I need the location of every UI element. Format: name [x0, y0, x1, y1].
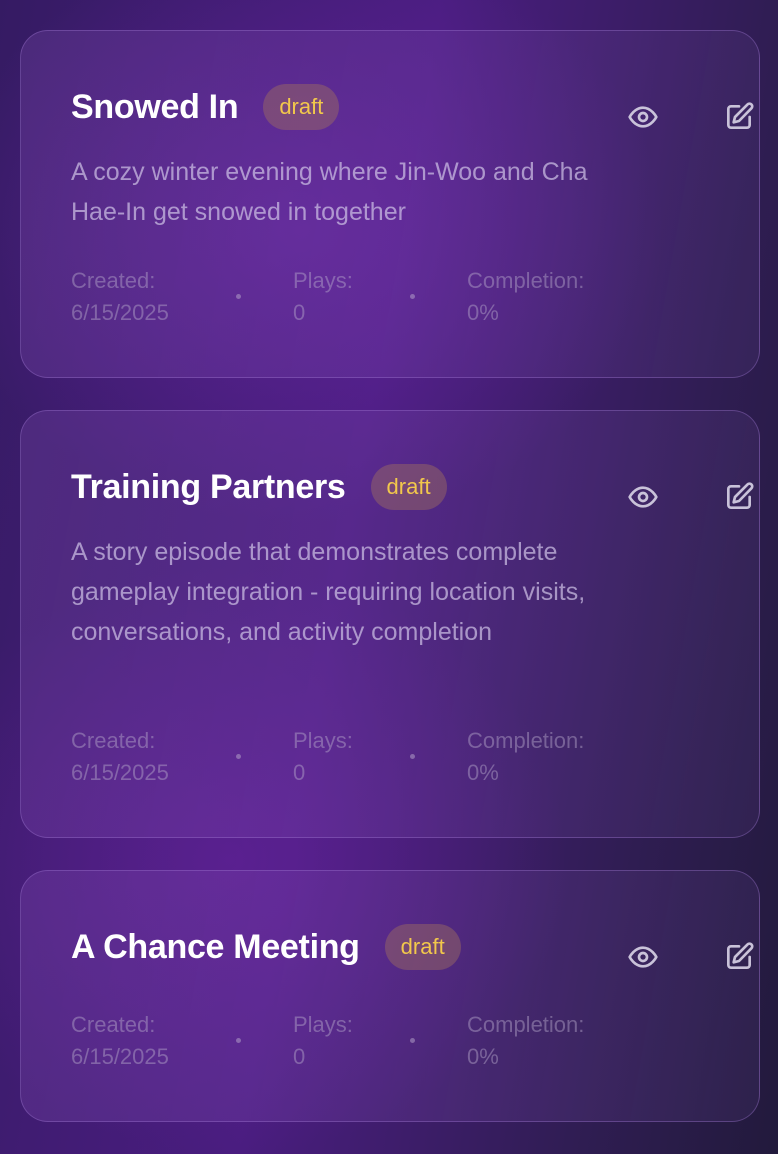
status-badge: draft — [384, 924, 461, 970]
plays-stat: Plays: 0 — [293, 265, 353, 329]
episode-title-row: A Chance Meeting draft — [71, 923, 461, 971]
created-stat: Created: 6/15/2025 — [71, 1009, 169, 1073]
completion-label: Completion: — [467, 728, 585, 753]
status-badge: draft — [370, 464, 447, 510]
episode-meta: Created: 6/15/2025 Plays: 0 Completion: … — [71, 265, 671, 335]
plays-value: 0 — [293, 300, 306, 325]
plays-value: 0 — [293, 760, 306, 785]
view-button[interactable] — [623, 937, 663, 977]
plays-label: Plays: — [293, 728, 353, 753]
edit-button[interactable] — [719, 97, 759, 137]
episode-title: Snowed In — [71, 87, 239, 126]
edit-icon — [727, 942, 754, 969]
separator-dot — [410, 754, 415, 759]
plays-label: Plays: — [293, 268, 353, 293]
separator-dot — [236, 754, 241, 759]
episode-title-row: Snowed In draft — [71, 83, 340, 131]
episode-card[interactable]: A Chance Meeting draft Created: 6/15/202… — [20, 870, 760, 1122]
completion-stat: Completion: 0% — [467, 1009, 584, 1073]
episode-card[interactable]: Snowed In draft A cozy winter evening wh… — [20, 30, 760, 378]
edit-icon — [727, 102, 754, 129]
completion-label: Completion: — [467, 268, 585, 293]
completion-stat: Completion: 0% — [467, 725, 584, 789]
episode-meta: Created: 6/15/2025 Plays: 0 Completion: … — [71, 725, 671, 795]
episode-meta: Created: 6/15/2025 Plays: 0 Completion: … — [71, 1009, 671, 1079]
separator-dot — [410, 294, 415, 299]
completion-label: Completion: — [467, 1012, 585, 1037]
created-stat: Created: 6/15/2025 — [71, 265, 169, 329]
edit-button[interactable] — [719, 937, 759, 977]
separator-dot — [410, 1038, 415, 1043]
created-value: 6/15/2025 — [71, 760, 169, 785]
episode-card[interactable]: Training Partners draft A story episode … — [20, 410, 760, 838]
completion-stat: Completion: 0% — [467, 265, 584, 329]
completion-value: 0% — [467, 1044, 499, 1069]
completion-value: 0% — [467, 300, 499, 325]
separator-dot — [236, 294, 241, 299]
episode-title-row: Training Partners draft — [71, 463, 447, 511]
episode-title: A Chance Meeting — [71, 927, 360, 966]
created-value: 6/15/2025 — [71, 1044, 169, 1069]
separator-dot — [236, 1038, 241, 1043]
plays-stat: Plays: 0 — [293, 725, 353, 789]
view-button[interactable] — [623, 477, 663, 517]
completion-value: 0% — [467, 760, 499, 785]
edit-icon — [727, 482, 754, 509]
view-button[interactable] — [623, 97, 663, 137]
eye-icon — [628, 486, 658, 508]
edit-button[interactable] — [719, 477, 759, 517]
created-label: Created: — [71, 728, 156, 753]
created-label: Created: — [71, 1012, 156, 1037]
status-badge: draft — [263, 84, 340, 130]
episode-title: Training Partners — [71, 467, 346, 506]
eye-icon — [628, 946, 658, 968]
episode-description: A story episode that demonstrates comple… — [71, 538, 586, 646]
created-label: Created: — [71, 268, 156, 293]
eye-icon — [628, 106, 658, 128]
episode-description: A cozy winter evening where Jin-Woo and … — [71, 158, 588, 226]
plays-value: 0 — [293, 1044, 306, 1069]
plays-label: Plays: — [293, 1012, 353, 1037]
plays-stat: Plays: 0 — [293, 1009, 353, 1073]
created-stat: Created: 6/15/2025 — [71, 725, 169, 789]
created-value: 6/15/2025 — [71, 300, 169, 325]
